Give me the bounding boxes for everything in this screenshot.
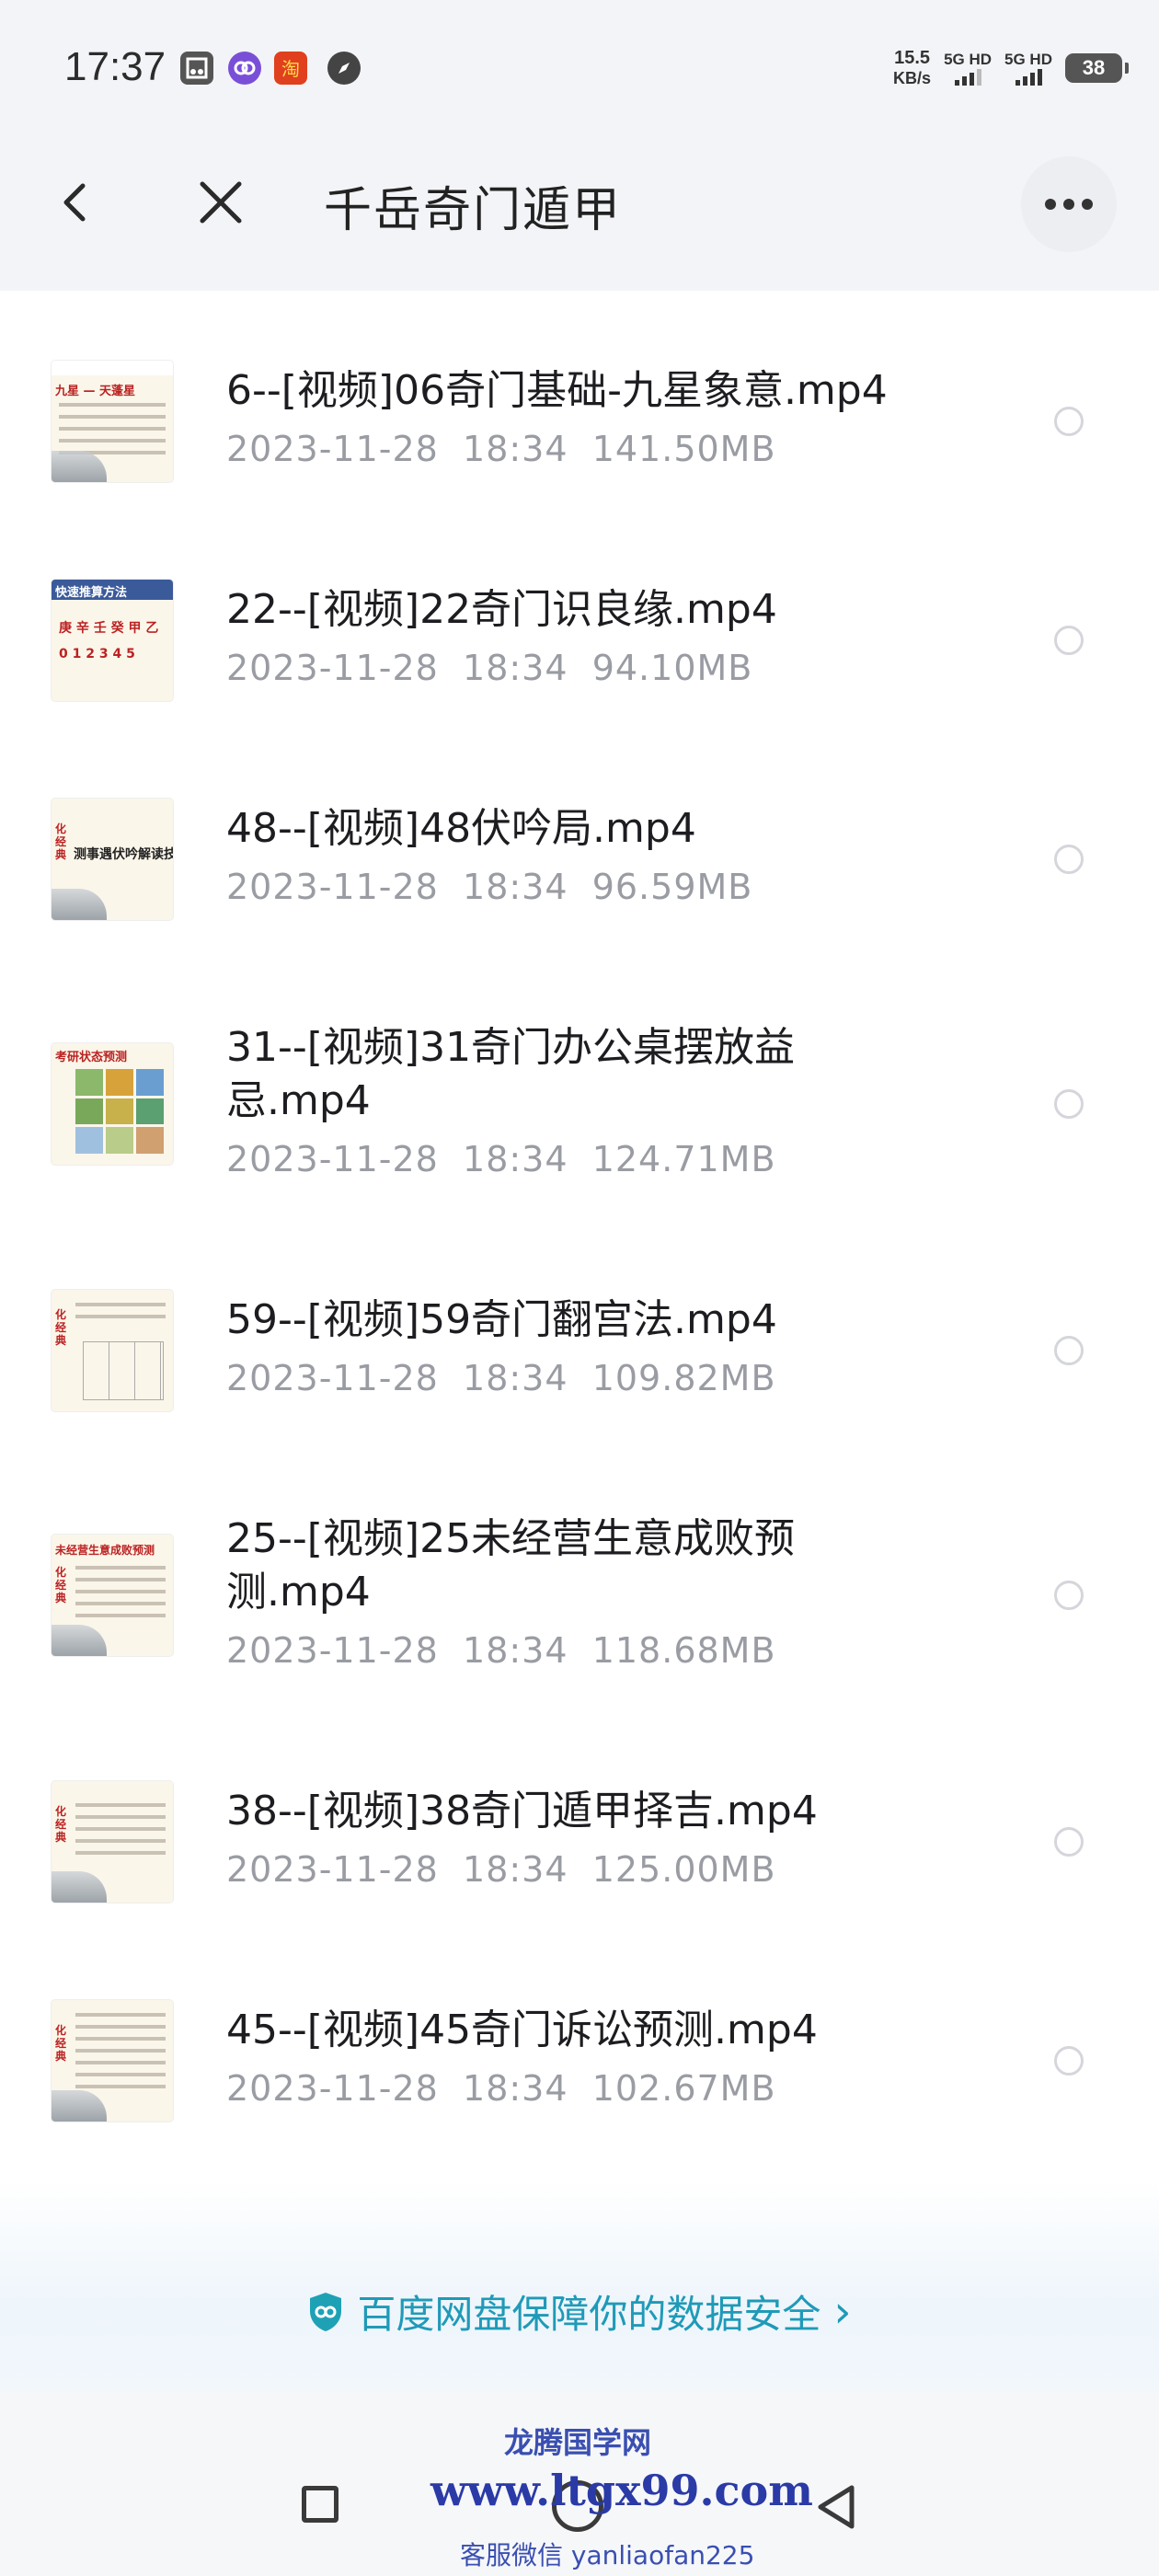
top-bar: 千岳奇门遁甲: [0, 116, 1159, 291]
file-meta: 2023-11-28 18:34 109.82MB: [226, 1358, 776, 1398]
file-name: 59--[视频]59奇门翻宫法.mp4: [226, 1296, 777, 1343]
video-thumbnail: 考研状态预测: [52, 1043, 173, 1165]
video-thumbnail: 未经营生意成败预测 化经典: [52, 1535, 173, 1656]
status-time: 17:37: [64, 44, 166, 89]
video-thumbnail: 化经典: [52, 1781, 173, 1903]
file-name: 48--[视频]48伏吟局.mp4: [226, 805, 696, 852]
security-banner[interactable]: 百度网盘保障你的数据安全 ›: [0, 2283, 1159, 2340]
select-radio[interactable]: [1054, 1336, 1084, 1365]
file-name: 25--[视频]25未经营生意成败预测.mp4: [226, 1515, 796, 1616]
file-name: 45--[视频]45奇门诉讼预测.mp4: [226, 2007, 818, 2053]
watermark-line1: 龙腾国学网: [504, 2425, 652, 2460]
file-meta: 2023-11-28 18:34 125.00MB: [226, 1849, 776, 1890]
list-item[interactable]: 化经典 测事遇伏吟解读技巧 48--[视频]48伏吟局.mp4 2023-11-…: [0, 729, 1159, 948]
close-icon: [200, 181, 242, 224]
status-bar: 17:37 淘 15.5 KB/s 5G HD 5G HD 38: [0, 0, 1159, 116]
list-item[interactable]: 化经典 59--[视频]59奇门翻宫法.mp4 2023-11-28 18:34…: [0, 1220, 1159, 1439]
thumbnail-label: 快速推算方法: [55, 586, 128, 600]
video-thumbnail: 化经典: [52, 2000, 173, 2122]
file-meta: 2023-11-28 18:34 124.71MB: [226, 1139, 776, 1179]
thumbnail-label: 未经营生意成败预测: [55, 1544, 155, 1557]
signal-sim2: 5G HD: [1004, 51, 1052, 86]
net-speed-value: 15.5: [894, 48, 931, 68]
more-icon: [1045, 199, 1056, 210]
file-meta: 2023-11-28 18:34 118.68MB: [226, 1630, 776, 1671]
file-meta: 2023-11-28 18:34 96.59MB: [226, 867, 753, 907]
select-radio[interactable]: [1054, 1581, 1084, 1610]
select-radio[interactable]: [1054, 407, 1084, 436]
sim2-label: 5G HD: [1004, 51, 1052, 68]
network-speed: 15.5 KB/s: [893, 48, 931, 88]
thumbnail-label: 考研状态预测: [55, 1051, 128, 1064]
select-radio[interactable]: [1054, 845, 1084, 874]
file-name: 31--[视频]31奇门办公桌摆放益忌.mp4: [226, 1024, 796, 1124]
thumbnail-label: 九星 — 天蓬星: [55, 385, 136, 398]
compass-icon: [327, 52, 361, 85]
recent-apps-button[interactable]: [302, 2486, 339, 2523]
net-speed-unit: KB/s: [893, 69, 932, 87]
page-title: 千岳奇门遁甲: [324, 183, 623, 238]
signal-bars-icon: [954, 69, 981, 86]
list-item[interactable]: 未经营生意成败预测 化经典 25--[视频]25未经营生意成败预测.mp4 20…: [0, 1439, 1159, 1711]
signal-sim1: 5G HD: [944, 51, 992, 86]
more-button[interactable]: [1021, 156, 1117, 252]
video-thumbnail: 化经典: [52, 1290, 173, 1411]
screenshot-icon: [180, 52, 213, 85]
battery-icon: 38: [1065, 53, 1129, 83]
watermark-line3: 客服微信 yanliaofan225: [460, 2540, 755, 2570]
chevron-left-icon: [63, 183, 86, 222]
thumbnail-label: 测事遇伏吟解读技巧: [74, 847, 173, 862]
file-meta: 2023-11-28 18:34 94.10MB: [226, 648, 753, 688]
battery-level: 38: [1082, 56, 1106, 79]
chevron-right-icon: ›: [833, 2285, 852, 2338]
list-item[interactable]: 考研状态预测 31--[视频]31奇门办公桌摆放益忌.mp4 2023-11-2…: [0, 948, 1159, 1220]
svg-text:淘: 淘: [281, 58, 300, 80]
file-name: 22--[视频]22奇门识良缘.mp4: [226, 586, 777, 633]
shield-icon: [310, 2292, 342, 2331]
video-thumbnail: 化经典 测事遇伏吟解读技巧: [52, 799, 173, 920]
select-radio[interactable]: [1054, 1827, 1084, 1857]
file-name: 6--[视频]06奇门基础-九星象意.mp4: [226, 367, 888, 414]
link-app-icon: [228, 52, 261, 85]
select-radio[interactable]: [1054, 1089, 1084, 1119]
list-item[interactable]: 快速推算方法 庚 辛 壬 癸 甲 乙 0 1 2 3 4 5 22--[视频]2…: [0, 510, 1159, 729]
nav-back-icon[interactable]: [813, 2482, 859, 2532]
file-list: 九星 — 天蓬星 6--[视频]06奇门基础-九星象意.mp4 2023-11-…: [0, 291, 1159, 2149]
file-name: 38--[视频]38奇门遁甲择吉.mp4: [226, 1788, 818, 1834]
video-thumbnail: 快速推算方法 庚 辛 壬 癸 甲 乙 0 1 2 3 4 5: [52, 580, 173, 701]
list-item[interactable]: 九星 — 天蓬星 6--[视频]06奇门基础-九星象意.mp4 2023-11-…: [0, 291, 1159, 510]
list-item[interactable]: 化经典 38--[视频]38奇门遁甲择吉.mp4 2023-11-28 18:3…: [0, 1711, 1159, 1930]
sim1-label: 5G HD: [944, 51, 993, 68]
signal-bars-icon: [1015, 69, 1042, 86]
back-button[interactable]: [48, 175, 103, 230]
select-radio[interactable]: [1054, 626, 1084, 655]
close-button[interactable]: [193, 175, 248, 230]
watermark-line2: www.ltgx99.com: [430, 2466, 813, 2515]
taobao-icon: 淘: [274, 52, 307, 85]
select-radio[interactable]: [1054, 2046, 1084, 2076]
file-meta: 2023-11-28 18:34 102.67MB: [226, 2068, 776, 2109]
security-text: 百度网盘保障你的数据安全: [357, 2292, 821, 2337]
video-thumbnail: 九星 — 天蓬星: [52, 361, 173, 482]
list-item[interactable]: 化经典 45--[视频]45奇门诉讼预测.mp4 2023-11-28 18:3…: [0, 1930, 1159, 2149]
file-meta: 2023-11-28 18:34 141.50MB: [226, 429, 776, 469]
